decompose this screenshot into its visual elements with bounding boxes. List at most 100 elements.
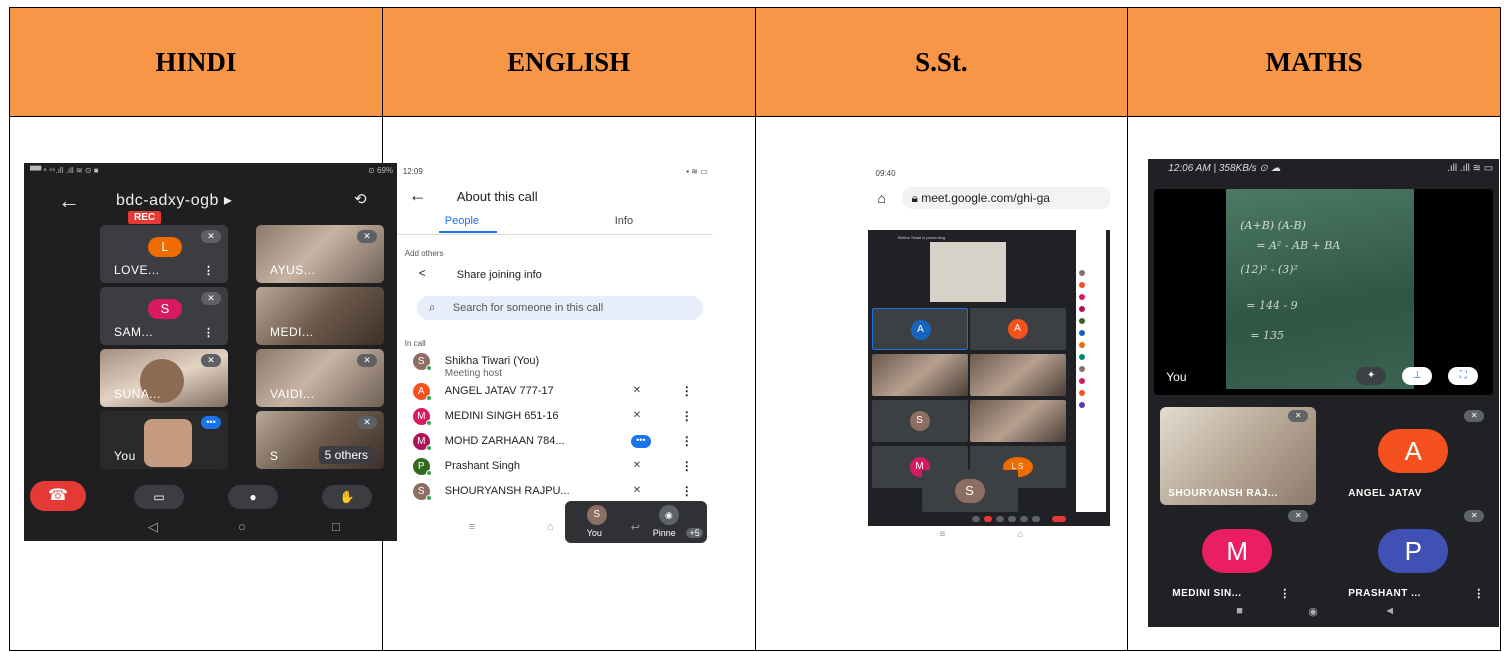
participant-row[interactable]: A ANGEL JATAV 777-17 ✕ ⋮ [397, 381, 716, 403]
nav-home-icon[interactable]: ⌂ [1018, 529, 1024, 540]
status-bar: ▀▀ ᵃ ⁴⁶.ıll .ıll ≋ ⊙ ■ [30, 166, 99, 175]
url-text: meet.google.com/ghi-ga [921, 191, 1050, 205]
others-tile[interactable]: ✕ S 5 others [256, 411, 384, 469]
self-tile[interactable]: (A+B) (A-B) = A² - AB + BA (12)² - (3)² … [1154, 189, 1494, 395]
participant-tile[interactable]: A [969, 308, 1066, 350]
participant-row[interactable]: S SHOURYANSH RAJPU... ✕ ⋮ [397, 481, 716, 503]
avatar: S [148, 299, 182, 319]
nav-home-icon[interactable]: ⌂ [547, 521, 554, 533]
mic-off-icon: ✕ [632, 485, 642, 496]
presentation-preview[interactable] [929, 242, 1006, 302]
mic-off-icon: ✕ [1288, 510, 1309, 522]
back-arrow-icon[interactable]: ← [409, 185, 427, 206]
participant-tile[interactable]: MEDI... [256, 287, 384, 345]
mic-off-icon: ✕ [1464, 510, 1485, 522]
mic-off-icon: ✕ [357, 416, 377, 429]
participant-tile[interactable]: ✕ S SAM... ⋮ [100, 287, 228, 345]
end-call-button[interactable]: ☎ [30, 481, 86, 511]
more-icon[interactable]: ⋮ [1279, 587, 1290, 600]
participant-tile[interactable]: ✕ P PRASHANT ... ⋮ [1336, 507, 1492, 605]
self-tile[interactable]: ••• You [100, 411, 228, 469]
nav-recent-icon[interactable]: □ [332, 519, 340, 534]
cell-english: 12:09 ▪ ≋ ▭ ← About this call People Inf… [381, 116, 756, 651]
participant-name: SUNA... [114, 387, 161, 401]
share-icon[interactable]: < [419, 266, 426, 280]
float-you-label: You [586, 528, 602, 538]
page-title: About this call [456, 189, 538, 204]
mic-button[interactable]: ● [228, 485, 278, 509]
participant-tile[interactable] [969, 400, 1066, 442]
participant-row[interactable]: M MEDINI SINGH 651-16 ✕ ⋮ [397, 406, 716, 428]
nav-menu-icon[interactable]: ≡ [469, 521, 475, 533]
participant-name: MOHD ZARHAAN 784... [444, 435, 565, 447]
rec-badge: REC [128, 211, 162, 224]
search-input[interactable]: ⌕ Search for someone in this call [416, 296, 703, 320]
tab-info[interactable]: Info [615, 215, 633, 227]
url-bar[interactable]: 🔒︎ meet.google.com/ghi-ga [901, 187, 1110, 209]
participant-tile[interactable]: ✕ SHOURYANSH RAJ... [1160, 407, 1317, 505]
participant-tile[interactable]: ✕ VAIDI... [256, 349, 384, 407]
board-writing: = A² - AB + BA [1256, 239, 1341, 252]
more-icon[interactable]: ⋮ [681, 459, 693, 473]
divider [396, 234, 713, 235]
avatar: L [148, 237, 182, 257]
back-arrow-icon[interactable]: ← [58, 188, 80, 214]
effects-icon[interactable]: ✦ [1356, 367, 1387, 385]
participant-tile[interactable]: ✕ AYUS... [256, 225, 384, 283]
participant-tile[interactable]: ✕ A ANGEL JATAV [1336, 407, 1492, 505]
participant-row[interactable]: P Prashant Singh ✕ ⋮ [397, 456, 716, 478]
board-writing: = 144 - 9 [1246, 299, 1298, 312]
camera-button[interactable]: ▭ [134, 485, 184, 509]
english-screenshot: 12:09 ▪ ≋ ▭ ← About this call People Inf… [396, 163, 716, 543]
status-time: 09:40 [875, 169, 896, 178]
avatar: S [954, 479, 985, 503]
tab-people[interactable]: People [445, 215, 479, 227]
online-dot [425, 395, 432, 401]
more-icon[interactable]: ⋮ [203, 264, 214, 277]
nav-back-icon[interactable]: ↩ [631, 521, 640, 534]
pin-icon[interactable]: ⊥ [1402, 367, 1433, 385]
header-maths: MATHS [1127, 7, 1501, 117]
participant-name: LOVE... [114, 263, 160, 277]
online-dot [425, 365, 432, 371]
participant-name: SHOURYANSH RAJ... [1168, 488, 1278, 499]
self-tile[interactable]: S [921, 470, 1018, 512]
switch-camera-icon[interactable]: ⟲ [354, 190, 367, 208]
mic-off-icon: ✕ [1288, 410, 1309, 422]
nav-menu-icon[interactable]: ≡ [940, 529, 946, 540]
more-icon[interactable]: ⋮ [681, 484, 693, 498]
more-icon[interactable]: ⋮ [681, 384, 693, 398]
mic-off-icon: ✕ [632, 410, 642, 421]
participant-row[interactable]: M MOHD ZARHAAN 784... ••• ⋮ [397, 431, 716, 453]
participant-tile[interactable]: S [871, 400, 968, 442]
raise-hand-button[interactable]: ✋ [322, 485, 372, 509]
participant-tile[interactable]: ✕ L LOVE... ⋮ [100, 225, 228, 283]
participant-name: SAM... [114, 325, 154, 339]
section-label: Add others [404, 249, 444, 258]
participant-tile[interactable]: ✕ M MEDINI SIN... ⋮ [1160, 507, 1316, 605]
nav-back-icon[interactable]: ◄ [1384, 605, 1395, 617]
participant-tile[interactable] [969, 354, 1066, 396]
avatar: P [1378, 529, 1449, 573]
participant-tile[interactable]: A [871, 308, 968, 350]
participant-tile[interactable] [871, 354, 968, 396]
participant-tile[interactable]: ✕ SUNA... [100, 349, 228, 407]
cell-maths: 12:06 AM | 358KB/s ⊙ ☁ .ıll .ıll ≋ ▭ (A+… [1127, 116, 1501, 651]
more-icon[interactable]: ⋮ [681, 409, 693, 423]
others-badge: 5 others [318, 446, 374, 464]
nav-recent-icon[interactable]: ■ [1236, 605, 1243, 617]
meeting-code[interactable]: bdc-adxy-ogb ▸ [116, 190, 232, 210]
board-writing: = 135 [1250, 329, 1284, 342]
nav-home-icon[interactable]: ○ [238, 519, 246, 534]
more-icon[interactable]: ⋮ [681, 434, 693, 448]
participant-row[interactable]: S Shikha Tiwari (You) Meeting host [397, 351, 716, 381]
share-joining-info[interactable]: Share joining info [457, 269, 542, 281]
mic-off-icon: ✕ [357, 354, 377, 367]
more-icon[interactable]: ⋮ [1473, 587, 1484, 600]
nav-back-icon[interactable]: ◁ [148, 519, 158, 535]
more-icon[interactable]: ⋮ [203, 326, 214, 339]
fullscreen-icon[interactable]: ⛶ [1448, 367, 1479, 385]
home-icon[interactable]: ⌂ [878, 190, 886, 206]
mic-off-icon: ✕ [632, 460, 642, 471]
nav-home-icon[interactable]: ◉ [1308, 605, 1318, 618]
